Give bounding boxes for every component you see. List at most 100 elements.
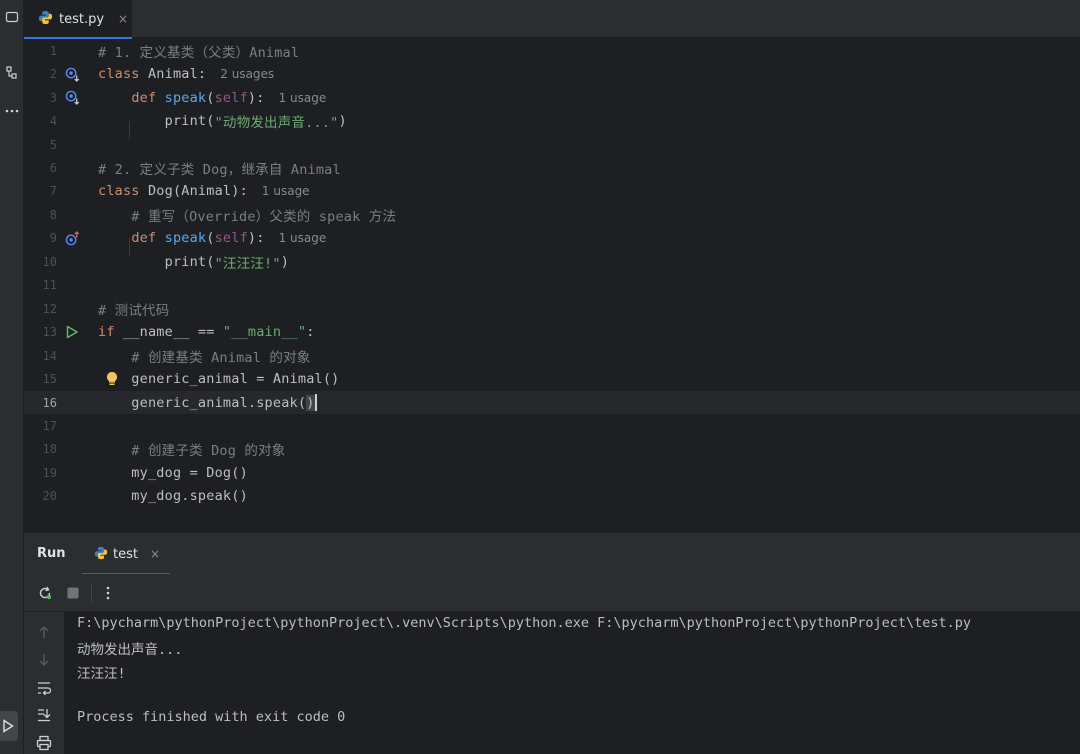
more-horizontal-icon[interactable]	[0, 100, 24, 122]
scroll-up-icon[interactable]	[33, 621, 55, 643]
code-token: (	[206, 89, 215, 106]
code-text: class Animal: 2 usages	[98, 66, 274, 82]
console-output[interactable]: F:\pycharm\pythonProject\pythonProject\.…	[64, 612, 1080, 754]
code-line[interactable]: 17	[24, 414, 1080, 438]
overridden-by-icon[interactable]	[64, 66, 80, 82]
line-number[interactable]: 20	[24, 489, 57, 503]
run-tool-icon	[3, 719, 14, 733]
run-icon[interactable]	[64, 324, 80, 340]
editor-tab-label: test.py	[59, 11, 105, 27]
run-tab-label: test	[113, 546, 138, 562]
usages-inlay-hint[interactable]: 1 usage	[279, 91, 327, 105]
print-icon[interactable]	[33, 732, 55, 754]
run-panel-title: Run	[37, 546, 66, 561]
line-number[interactable]: 13	[24, 325, 57, 339]
line-number[interactable]: 3	[24, 91, 57, 105]
code-line[interactable]: 18 # 创建子类 Dog 的对象	[24, 438, 1080, 462]
code-token: class	[98, 66, 148, 83]
activity-bar	[0, 0, 24, 754]
code-token: ):	[247, 230, 265, 247]
line-number[interactable]: 4	[24, 114, 57, 128]
code-token: :	[306, 324, 315, 341]
code-token: my_dog.speak()	[98, 488, 248, 505]
rerun-icon[interactable]	[34, 582, 56, 604]
line-number[interactable]: 8	[24, 208, 57, 222]
line-number[interactable]: 17	[24, 419, 57, 433]
code-line[interactable]: 14 # 创建基类 Animal 的对象	[24, 344, 1080, 368]
code-line[interactable]: 2 class Animal: 2 usages	[24, 62, 1080, 86]
code-text: class Dog(Animal): 1 usage	[98, 183, 310, 199]
overridden-by-icon[interactable]	[64, 90, 80, 106]
code-token: self	[214, 89, 248, 106]
overrides-method-icon[interactable]	[64, 230, 80, 246]
console-line: 动物发出声音...	[77, 642, 183, 659]
code-line[interactable]: 10 print("汪汪汪!")	[24, 250, 1080, 274]
line-number[interactable]: 11	[24, 278, 57, 292]
code-line[interactable]: 12 # 测试代码	[24, 297, 1080, 321]
code-line[interactable]: 4 print("动物发出声音...")	[24, 109, 1080, 133]
usages-inlay-hint[interactable]: 1 usage	[279, 231, 327, 245]
code-editor[interactable]: 1 # 1. 定义基类（父类）Animal 2 class Animal: 2 usag…	[24, 39, 1080, 529]
code-token: ):	[247, 89, 265, 106]
run-tab-close-icon[interactable]: ×	[150, 547, 160, 561]
code-line[interactable]: 9 def speak(self): 1 usage	[24, 227, 1080, 251]
code-text: generic_animal.speak()	[98, 394, 317, 411]
line-number[interactable]: 6	[24, 161, 57, 175]
code-text: print("汪汪汪!")	[98, 252, 289, 272]
line-number[interactable]: 19	[24, 466, 57, 480]
code-text: my_dog.speak()	[98, 488, 248, 504]
code-text: def speak(self): 1 usage	[98, 90, 326, 106]
code-token: )	[338, 113, 347, 130]
usages-inlay-hint[interactable]: 1 usage	[262, 184, 310, 198]
code-line[interactable]: 11	[24, 274, 1080, 298]
folder-icon[interactable]	[0, 6, 24, 28]
usages-inlay-hint[interactable]: 2 usages	[220, 67, 274, 81]
code-token: generic_animal = Animal()	[98, 371, 340, 388]
line-number[interactable]: 5	[24, 138, 57, 152]
tab-close-icon[interactable]: ×	[118, 12, 128, 26]
code-line[interactable]: 1 # 1. 定义基类（父类）Animal	[24, 39, 1080, 63]
line-number[interactable]: 10	[24, 255, 57, 269]
line-number[interactable]: 18	[24, 442, 57, 456]
run-tool-window-button[interactable]	[0, 711, 18, 741]
code-line[interactable]: 15 generic_animal = Animal()	[24, 367, 1080, 391]
code-line[interactable]: 20 my_dog.speak()	[24, 485, 1080, 509]
line-number[interactable]: 2	[24, 67, 57, 81]
line-number[interactable]: 7	[24, 184, 57, 198]
code-line[interactable]: 5	[24, 133, 1080, 157]
code-line[interactable]: 7 class Dog(Animal): 1 usage	[24, 180, 1080, 204]
code-line[interactable]: 13 if __name__ == "__main__":	[24, 320, 1080, 344]
run-tab-test[interactable]: test ×	[82, 533, 170, 575]
line-number[interactable]: 14	[24, 349, 57, 363]
code-token: )	[280, 253, 290, 270]
line-number[interactable]: 15	[24, 372, 57, 386]
python-run-config-icon	[94, 545, 108, 564]
line-number[interactable]: 12	[24, 302, 57, 316]
soft-wrap-icon[interactable]	[33, 677, 55, 699]
code-line[interactable]: 6 # 2. 定义子类 Dog，继承自 Animal	[24, 156, 1080, 180]
structure-icon[interactable]	[0, 62, 24, 84]
line-number[interactable]: 1	[24, 44, 57, 58]
line-number[interactable]: 16	[24, 396, 57, 410]
code-line[interactable]: 19 my_dog = Dog()	[24, 461, 1080, 485]
run-toolbar	[24, 574, 1080, 612]
code-token: __name__ ==	[122, 324, 223, 341]
line-number[interactable]: 9	[24, 231, 57, 245]
code-token: "__main__"	[222, 324, 307, 341]
code-text: # 2. 定义子类 Dog，继承自 Animal	[98, 158, 341, 178]
console-line: 汪汪汪!	[77, 665, 126, 682]
code-token: Dog(Animal):	[147, 183, 248, 200]
code-line[interactable]: 16 generic_animal.speak()	[24, 390, 1080, 415]
code-line[interactable]: 3 def speak(self): 1 usage	[24, 86, 1080, 110]
editor-tab-test-py[interactable]: test.py ×	[24, 0, 132, 39]
code-text: # 重写（Override）父类的 speak 方法	[98, 205, 396, 225]
scroll-to-end-icon[interactable]	[33, 704, 55, 726]
code-line[interactable]: 8 # 重写（Override）父类的 speak 方法	[24, 203, 1080, 227]
scroll-down-icon[interactable]	[33, 649, 55, 671]
more-vertical-icon[interactable]	[97, 582, 119, 604]
stop-icon[interactable]	[62, 582, 84, 604]
code-token: my_dog = Dog()	[98, 464, 248, 481]
code-token: if	[98, 324, 123, 341]
